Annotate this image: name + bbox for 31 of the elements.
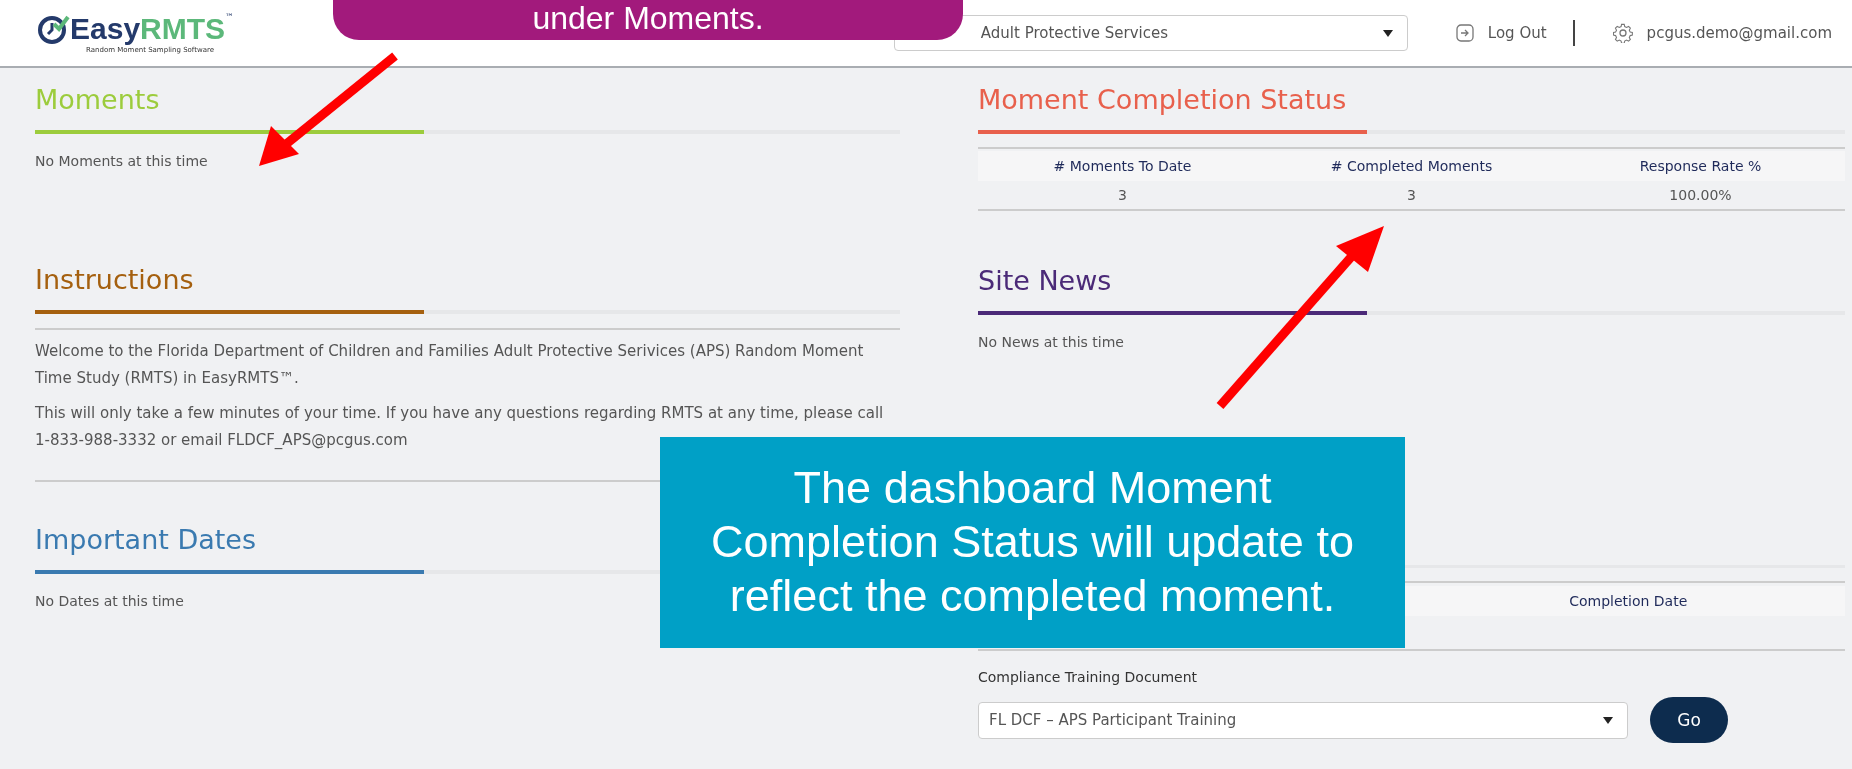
section-text: No Moments at this time [35, 152, 208, 171]
settings-icon[interactable] [1612, 23, 1633, 43]
program-select[interactable]: Adult Protective Services [893, 15, 1408, 51]
table-cell-text: 100.00% [1668, 186, 1733, 203]
field-label: Compliance Training Document [978, 669, 1199, 685]
document-select[interactable]: FL DCF – APS Participant Training [978, 701, 1628, 739]
section-heading: Instructions [35, 263, 194, 297]
logo-wordmark-easy: Easy [70, 12, 141, 46]
column-header: Response Rate % [1638, 158, 1763, 174]
caret-icon [1603, 716, 1613, 724]
section-text: No Dates at this time [35, 592, 184, 611]
user-email[interactable]: pcgus.demo@gmail.com [1646, 24, 1832, 42]
logout-link[interactable]: Log Out [1487, 24, 1547, 42]
annotation-tooltip: under Moments. [333, 0, 963, 40]
column-header: # Completed Moments [1329, 158, 1494, 174]
table-cell-text: 3 [1117, 186, 1128, 203]
section-text: No News at this time [978, 333, 1124, 352]
trademark-sign: ™ [225, 12, 235, 22]
column-header: Completion Date [1568, 593, 1689, 609]
annotation-tooltip: The dashboard Moment Completion Status will update to reflect the completed moment. [660, 437, 1405, 648]
logout-icon[interactable] [1455, 24, 1474, 42]
section-heading: Important Dates [35, 523, 257, 557]
caret-icon [1382, 29, 1393, 37]
table-cell-text: 3 [1406, 186, 1417, 203]
section-heading: Moments [35, 83, 160, 117]
section-text: Welcome to the Florida Department of Children and Families Adult Protective Serivices (APS) Random Moment Time Study (RMTS) in EasyRMTS™. [35, 341, 865, 389]
section-heading: Moment Completion Status [978, 83, 1347, 117]
column-header: # Moments To Date [1052, 158, 1193, 174]
logo-wordmark-rmts: RMTS [140, 12, 226, 46]
section-heading: Site News [978, 264, 1112, 298]
go-button[interactable]: Go [1650, 697, 1728, 743]
